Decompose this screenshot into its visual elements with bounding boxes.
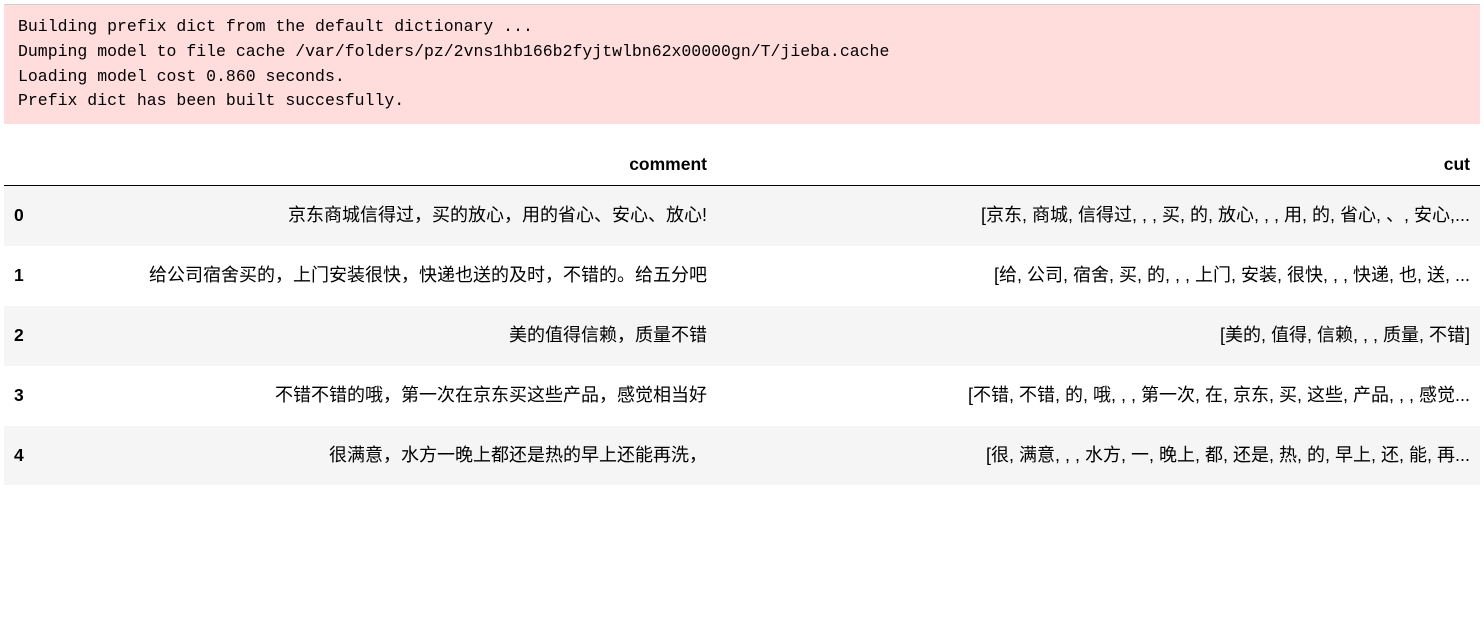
col-header-comment: comment bbox=[42, 144, 717, 186]
col-header-index bbox=[4, 144, 42, 186]
row-index: 4 bbox=[4, 426, 42, 486]
cell-comment: 京东商城信得过，买的放心，用的省心、安心、放心! bbox=[42, 186, 717, 246]
cell-comment: 不错不错的哦，第一次在京东买这些产品，感觉相当好 bbox=[42, 366, 717, 426]
cell-cut: [很, 满意, , , 水方, 一, 晚上, 都, 还是, 热, 的, 早上, … bbox=[717, 426, 1480, 486]
row-index: 3 bbox=[4, 366, 42, 426]
cell-comment: 给公司宿舍买的，上门安装很快，快递也送的及时，不错的。给五分吧 bbox=[42, 246, 717, 306]
table-header-row: comment cut bbox=[4, 144, 1480, 186]
row-index: 2 bbox=[4, 306, 42, 366]
table-row: 2 美的值得信赖，质量不错 [美的, 值得, 信赖, , , 质量, 不错] bbox=[4, 306, 1480, 366]
cell-cut: [给, 公司, 宿舍, 买, 的, , , 上门, 安装, 很快, , , 快递… bbox=[717, 246, 1480, 306]
col-header-cut: cut bbox=[717, 144, 1480, 186]
stderr-output: Building prefix dict from the default di… bbox=[4, 4, 1480, 124]
table-row: 3 不错不错的哦，第一次在京东买这些产品，感觉相当好 [不错, 不错, 的, 哦… bbox=[4, 366, 1480, 426]
cell-comment: 很满意，水方一晚上都还是热的早上还能再洗， bbox=[42, 426, 717, 486]
dataframe-output: comment cut 0 京东商城信得过，买的放心，用的省心、安心、放心! [… bbox=[0, 144, 1484, 489]
cell-cut: [不错, 不错, 的, 哦, , , 第一次, 在, 京东, 买, 这些, 产品… bbox=[717, 366, 1480, 426]
table-row: 0 京东商城信得过，买的放心，用的省心、安心、放心! [京东, 商城, 信得过,… bbox=[4, 186, 1480, 246]
cell-cut: [美的, 值得, 信赖, , , 质量, 不错] bbox=[717, 306, 1480, 366]
dataframe-table: comment cut 0 京东商城信得过，买的放心，用的省心、安心、放心! [… bbox=[4, 144, 1480, 485]
row-index: 0 bbox=[4, 186, 42, 246]
row-index: 1 bbox=[4, 246, 42, 306]
cell-comment: 美的值得信赖，质量不错 bbox=[42, 306, 717, 366]
table-row: 1 给公司宿舍买的，上门安装很快，快递也送的及时，不错的。给五分吧 [给, 公司… bbox=[4, 246, 1480, 306]
cell-cut: [京东, 商城, 信得过, , , 买, 的, 放心, , , 用, 的, 省心… bbox=[717, 186, 1480, 246]
table-row: 4 很满意，水方一晚上都还是热的早上还能再洗， [很, 满意, , , 水方, … bbox=[4, 426, 1480, 486]
